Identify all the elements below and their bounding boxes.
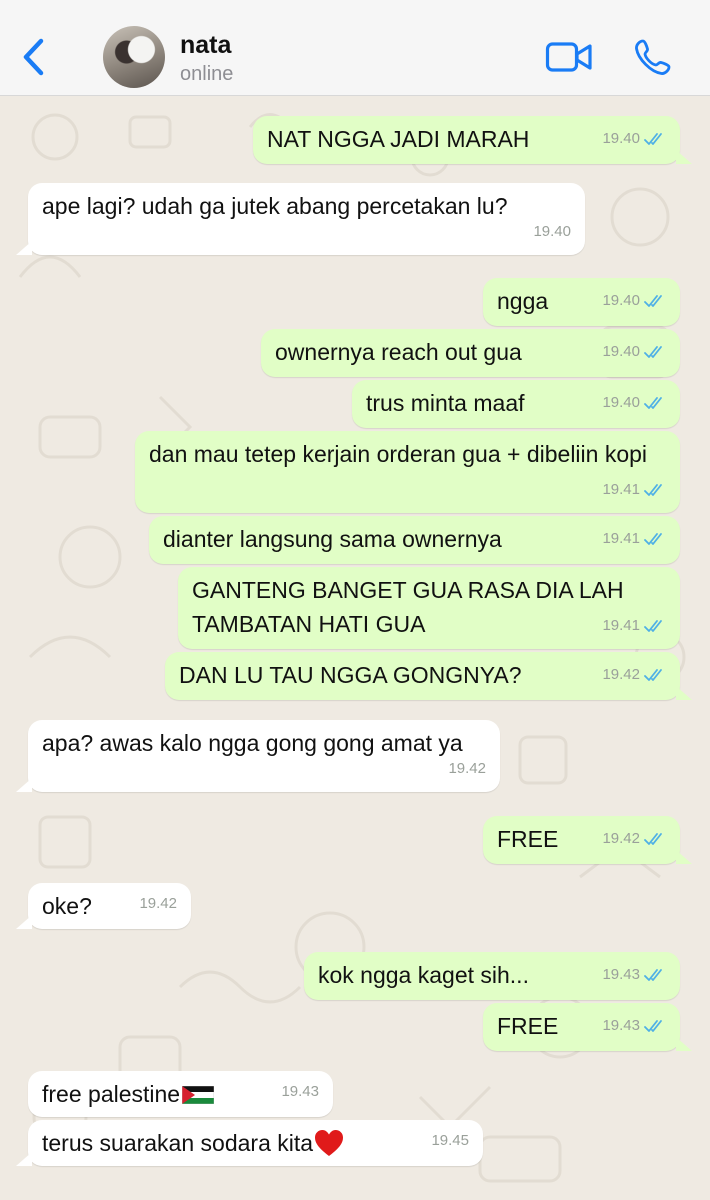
message-text-content: GANTENG BANGET GUA RASA DIA LAH TAMBATAN… [192,577,624,637]
message-text: free palestine [42,1077,319,1111]
red-heart-emoji [315,1130,344,1156]
message-time: 19.41 [602,617,640,634]
message-time: 19.45 [431,1132,469,1149]
message-timestamp: 19.42 [602,822,666,856]
contact-avatar[interactable] [103,26,165,88]
outgoing-message[interactable]: dianter langsung sama ownernya 19.41 [149,516,680,564]
message-time: 19.40 [602,292,640,309]
message-text-content: trus minta maaf [366,390,525,416]
message-time: 19.42 [602,830,640,847]
outgoing-message[interactable]: FREE 19.43 [483,1003,692,1051]
message-timestamp: 19.40 [533,215,571,249]
message-text-content: ownernya reach out gua [275,339,522,365]
message-text-content: oke? [42,893,92,919]
message-timestamp: 19.43 [602,1009,666,1043]
message-text: GANTENG BANGET GUA RASA DIA LAH TAMBATAN… [192,573,666,641]
voice-call-button[interactable] [634,38,672,76]
message-time: 19.40 [533,223,571,240]
message-timestamp: 19.45 [431,1124,469,1158]
message-time: 19.43 [281,1083,319,1100]
message-time: 19.41 [602,481,640,498]
read-receipt-icon [644,533,662,545]
message-text: DAN LU TAU NGGA GONGNYA? [179,658,666,692]
message-timestamp: 19.41 [602,522,666,556]
message-timestamp: 19.43 [602,958,666,992]
message-text: terus suarakan sodara kita [42,1126,469,1160]
message-timestamp: 19.43 [281,1075,319,1109]
contact-status: online [180,63,234,85]
outgoing-message[interactable]: DAN LU TAU NGGA GONGNYA? 19.42 [165,652,692,700]
outgoing-message[interactable]: GANTENG BANGET GUA RASA DIA LAH TAMBATAN… [178,567,680,649]
palestine-flag-emoji [182,1086,215,1104]
read-receipt-icon [644,133,662,145]
message-text-content: dan mau tetep kerjain orderan gua + dibe… [149,441,648,467]
message-text-content: terus suarakan sodara kita [42,1130,314,1156]
incoming-message[interactable]: ape lagi? udah ga jutek abang percetakan… [16,183,585,255]
message-timestamp: 19.40 [602,122,666,156]
message-text-content: FREE [497,1013,559,1039]
message-text-content: dianter langsung sama ownernya [163,526,502,552]
read-receipt-icon [644,1020,662,1032]
message-timestamp: 19.41 [602,609,666,643]
message-timestamp: 19.42 [448,752,486,786]
message-text-content: kok ngga kaget sih... [318,962,529,988]
message-timestamp: 19.42 [602,658,666,692]
message-text-content: ngga [497,288,549,314]
outgoing-message[interactable]: ownernya reach out gua 19.40 [261,329,680,377]
read-receipt-icon [644,295,662,307]
message-text-content: FREE [497,826,559,852]
incoming-message[interactable]: free palestine 19.43 [28,1071,333,1117]
outgoing-message[interactable]: FREE 19.42 [483,816,692,864]
message-time: 19.40 [602,130,640,147]
message-time: 19.42 [448,760,486,777]
message-time: 19.42 [602,666,640,683]
outgoing-message[interactable]: kok ngga kaget sih... 19.43 [304,952,680,1000]
video-call-button[interactable] [545,40,593,74]
message-text: apa? awas kalo ngga gong gong amat ya [42,726,486,760]
incoming-message[interactable]: oke? 19.42 [16,883,191,929]
video-camera-icon [545,42,592,72]
read-receipt-icon [644,484,662,496]
message-timestamp: 19.41 [602,473,666,507]
message-timestamp: 19.40 [602,335,666,369]
read-receipt-icon [644,346,662,358]
chat-header: nata online [0,0,710,96]
message-text: ape lagi? udah ga jutek abang percetakan… [42,189,571,223]
read-receipt-icon [644,669,662,681]
message-time: 19.40 [602,343,640,360]
message-text-content: NAT NGGA JADI MARAH [267,126,530,152]
message-text-content: ape lagi? udah ga jutek abang percetakan… [42,193,508,219]
outgoing-message[interactable]: NAT NGGA JADI MARAH 19.40 [253,116,692,164]
contact-name[interactable]: nata [180,31,231,60]
read-receipt-icon [644,969,662,981]
message-timestamp: 19.40 [602,284,666,318]
read-receipt-icon [644,833,662,845]
chat-area[interactable]: NAT NGGA JADI MARAH 19.40 ape lagi? udah g… [0,97,710,1200]
message-time: 19.41 [602,530,640,547]
message-text-content: free palestine [42,1081,181,1107]
message-text: dan mau tetep kerjain orderan gua + dibe… [149,437,666,471]
message-time: 19.43 [602,966,640,983]
outgoing-message[interactable]: dan mau tetep kerjain orderan gua + dibe… [135,431,680,513]
message-time: 19.43 [602,1017,640,1034]
message-timestamp: 19.40 [602,386,666,420]
message-timestamp: 19.42 [139,887,177,921]
phone-icon [635,39,671,75]
read-receipt-icon [644,397,662,409]
back-button[interactable] [18,36,52,80]
outgoing-message[interactable]: trus minta maaf 19.40 [352,380,680,428]
message-text-content: DAN LU TAU NGGA GONGNYA? [179,662,522,688]
outgoing-message[interactable]: ngga 19.40 [483,278,680,326]
read-receipt-icon [644,620,662,632]
chevron-left-icon [23,38,44,76]
message-text-content: apa? awas kalo ngga gong gong amat ya [42,730,463,756]
message-text: dianter langsung sama ownernya [163,522,666,556]
message-time: 19.42 [139,895,177,912]
incoming-message[interactable]: terus suarakan sodara kita 19.45 [16,1120,483,1166]
message-time: 19.40 [602,394,640,411]
incoming-message[interactable]: apa? awas kalo ngga gong gong amat ya 19.… [16,720,500,792]
